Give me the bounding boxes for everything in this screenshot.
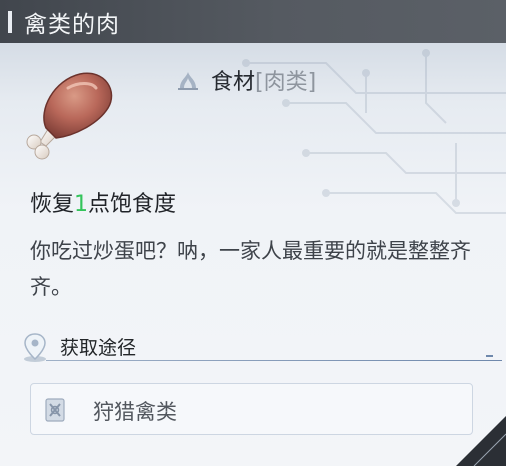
source-item-label: 狩猎禽类 bbox=[93, 400, 177, 424]
title-accent-bar bbox=[8, 11, 12, 33]
item-title: 禽类的肉 bbox=[24, 12, 120, 38]
category-name: 食材 bbox=[211, 70, 256, 95]
source-section-header: 获取途径 bbox=[18, 330, 502, 362]
hunting-icon bbox=[45, 398, 65, 422]
item-category: 食材[肉类] bbox=[176, 64, 316, 96]
source-item-hunting[interactable]: 狩猎禽类 bbox=[30, 383, 473, 435]
source-label: 获取途径 bbox=[60, 337, 137, 359]
source-divider-end bbox=[486, 355, 493, 357]
meat-leg-icon bbox=[26, 72, 113, 160]
category-subtype: [肉类] bbox=[255, 70, 317, 95]
effect-text: 恢复1点饱食度 bbox=[30, 186, 176, 218]
title-bar: 禽类的肉 bbox=[0, 0, 506, 43]
source-divider bbox=[46, 360, 502, 361]
effect-value: 1 bbox=[74, 192, 89, 217]
location-pin-icon bbox=[24, 333, 46, 362]
effect-prefix: 恢复 bbox=[30, 192, 75, 217]
ingredient-icon bbox=[178, 72, 198, 90]
effect-suffix: 点饱食度 bbox=[88, 192, 177, 217]
corner-decoration bbox=[456, 416, 506, 466]
item-detail-card: 禽类的肉 食材[肉类] 恢复1点饱食度 你吃过炒蛋吧？呐，一家人最重要的就是整整… bbox=[0, 0, 506, 466]
item-description: 你吃过炒蛋吧？呐，一家人最重要的就是整整齐齐。 bbox=[30, 239, 471, 299]
